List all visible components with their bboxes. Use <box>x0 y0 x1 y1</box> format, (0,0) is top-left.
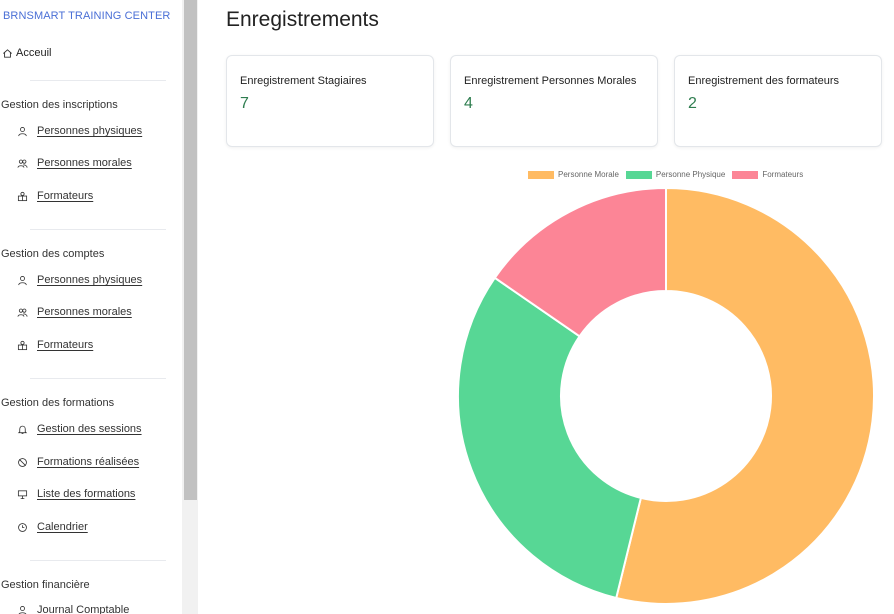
sidebar-item-comptes-formateurs[interactable]: Formateurs <box>17 339 93 351</box>
sidebar-scrollbar-thumb[interactable] <box>184 0 197 500</box>
sidebar-item-label: Acceuil <box>16 47 52 59</box>
person-icon <box>18 275 27 285</box>
sidebar-item-comptes-personnes-physiques[interactable]: Personnes physiques <box>17 274 142 286</box>
main-content: Enregistrements Enregistrement Stagiaire… <box>198 0 894 614</box>
sidebar-item-label: Personnes physiques <box>37 274 143 286</box>
sidebar-item-inscriptions-formateurs[interactable]: Formateurs <box>17 190 93 202</box>
clock-icon <box>18 522 27 532</box>
sidebar-item-liste-formations[interactable]: Liste des formations <box>17 488 135 500</box>
people-icon <box>17 159 28 168</box>
sidebar-item-home[interactable]: Acceuil <box>2 47 51 59</box>
divider <box>30 560 166 561</box>
presentation-icon <box>17 489 28 499</box>
section-title: Gestion financière <box>1 579 90 591</box>
sidebar-item-formations-realisees[interactable]: Formations réalisées <box>17 456 139 468</box>
sidebar-item-label: Calendrier <box>37 521 88 533</box>
sidebar-item-inscriptions-personnes-morales[interactable]: Personnes morales <box>17 157 132 169</box>
sidebar-item-label: Personnes physiques <box>37 125 143 137</box>
section-title: Gestion des comptes <box>1 248 105 260</box>
sidebar-item-label: Personnes morales <box>37 157 132 169</box>
sidebar-item-label: Formateurs <box>37 339 94 351</box>
sidebar-item-calendrier[interactable]: Calendrier <box>17 521 88 533</box>
sidebar-item-comptes-personnes-morales[interactable]: Personnes morales <box>17 306 132 318</box>
person-icon <box>18 126 27 136</box>
check-badge-icon <box>18 457 27 467</box>
sidebar-item-gestion-sessions[interactable]: Gestion des sessions <box>17 423 142 435</box>
sidebar-item-label: Journal Comptable <box>37 604 130 614</box>
home-icon <box>3 48 12 58</box>
trainer-icon <box>17 191 28 201</box>
section-title: Gestion des formations <box>1 397 115 409</box>
section-title: Gestion des inscriptions <box>1 99 118 111</box>
sidebar-item-label: Liste des formations <box>37 488 136 500</box>
divider <box>30 378 166 379</box>
divider <box>30 229 166 230</box>
sidebar-item-label: Gestion des sessions <box>37 423 142 435</box>
people-icon <box>17 308 28 317</box>
sidebar-item-label: Formateurs <box>37 190 94 202</box>
brand-title[interactable]: BRNSMART TRAINING CENTER <box>3 10 170 22</box>
person-icon <box>18 605 27 614</box>
bell-icon <box>17 425 28 434</box>
sidebar-item-journal-comptable[interactable]: Journal Comptable <box>17 604 129 614</box>
divider <box>30 80 166 81</box>
sidebar: BRNSMART TRAINING CENTER Acceuil Gestion… <box>0 0 182 614</box>
sidebar-item-label: Personnes morales <box>37 306 132 318</box>
sidebar-item-label: Formations réalisées <box>37 456 140 468</box>
sidebar-item-inscriptions-personnes-physiques[interactable]: Personnes physiques <box>17 125 142 137</box>
slice-personne-physique[interactable] <box>457 276 643 600</box>
doughnut-chart <box>457 186 875 605</box>
trainer-icon <box>17 340 28 350</box>
